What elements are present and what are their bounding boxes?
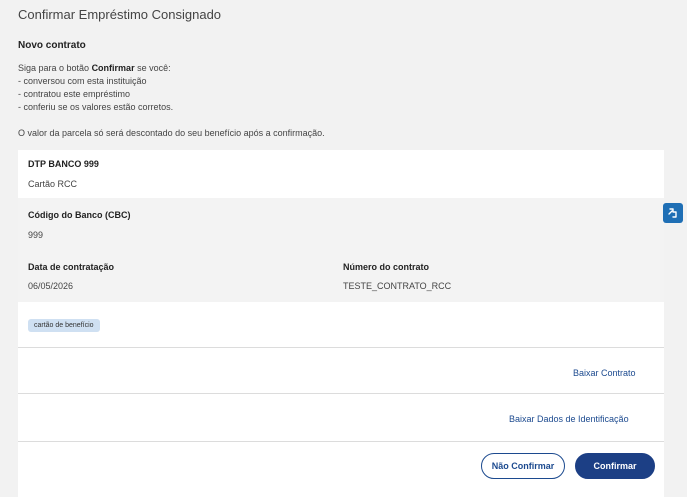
contract-date-value: 06/05/2026: [28, 281, 74, 291]
confirm-button[interactable]: Confirmar: [575, 453, 655, 479]
instruction-suffix: se você:: [134, 63, 171, 73]
section-heading: Novo contrato: [18, 40, 86, 51]
instruction-line: Siga para o botão Confirmar se você:: [18, 62, 173, 75]
contract-info-top: [18, 150, 664, 198]
accessibility-widget[interactable]: [663, 203, 683, 223]
instruction-bullet-3: - conferiu se os valores estão corretos.: [18, 102, 174, 112]
instructions: Siga para o botão Confirmar se você: - c…: [18, 62, 173, 114]
contract-date-label: Data de contratação: [28, 262, 115, 272]
instruction-bold: Confirmar: [91, 63, 135, 73]
contract-number-value: TESTE_CONTRATO_RCC: [343, 281, 452, 291]
bank-name: DTP BANCO 999: [28, 159, 99, 169]
product-name: Cartão RCC: [28, 179, 78, 189]
instruction-bullet-1: - conversou com esta instituição: [18, 76, 147, 86]
notice-text: O valor da parcela só será descontado do…: [18, 128, 325, 138]
benefit-tag: cartão de benefício: [28, 319, 100, 332]
bank-code-value: 999: [28, 230, 44, 240]
divider: [18, 441, 664, 442]
page-title: Confirmar Empréstimo Consignado: [18, 7, 222, 22]
instruction-bullet-2: - contratou este empréstimo: [18, 89, 131, 99]
reject-button[interactable]: Não Confirmar: [481, 453, 565, 479]
contract-number-label: Número do contrato: [343, 262, 430, 272]
instruction-prefix: Siga para o botão: [18, 63, 92, 73]
accessibility-icon: [668, 208, 677, 218]
contract-card: DTP BANCO 999 Cartão RCC Código do Banco…: [18, 150, 664, 497]
download-id-data-link[interactable]: Baixar Dados de Identificação: [509, 414, 629, 424]
download-contract-link[interactable]: Baixar Contrato: [573, 368, 636, 378]
bank-code-label: Código do Banco (CBC): [28, 210, 131, 220]
divider: [18, 393, 664, 394]
divider: [18, 347, 664, 348]
